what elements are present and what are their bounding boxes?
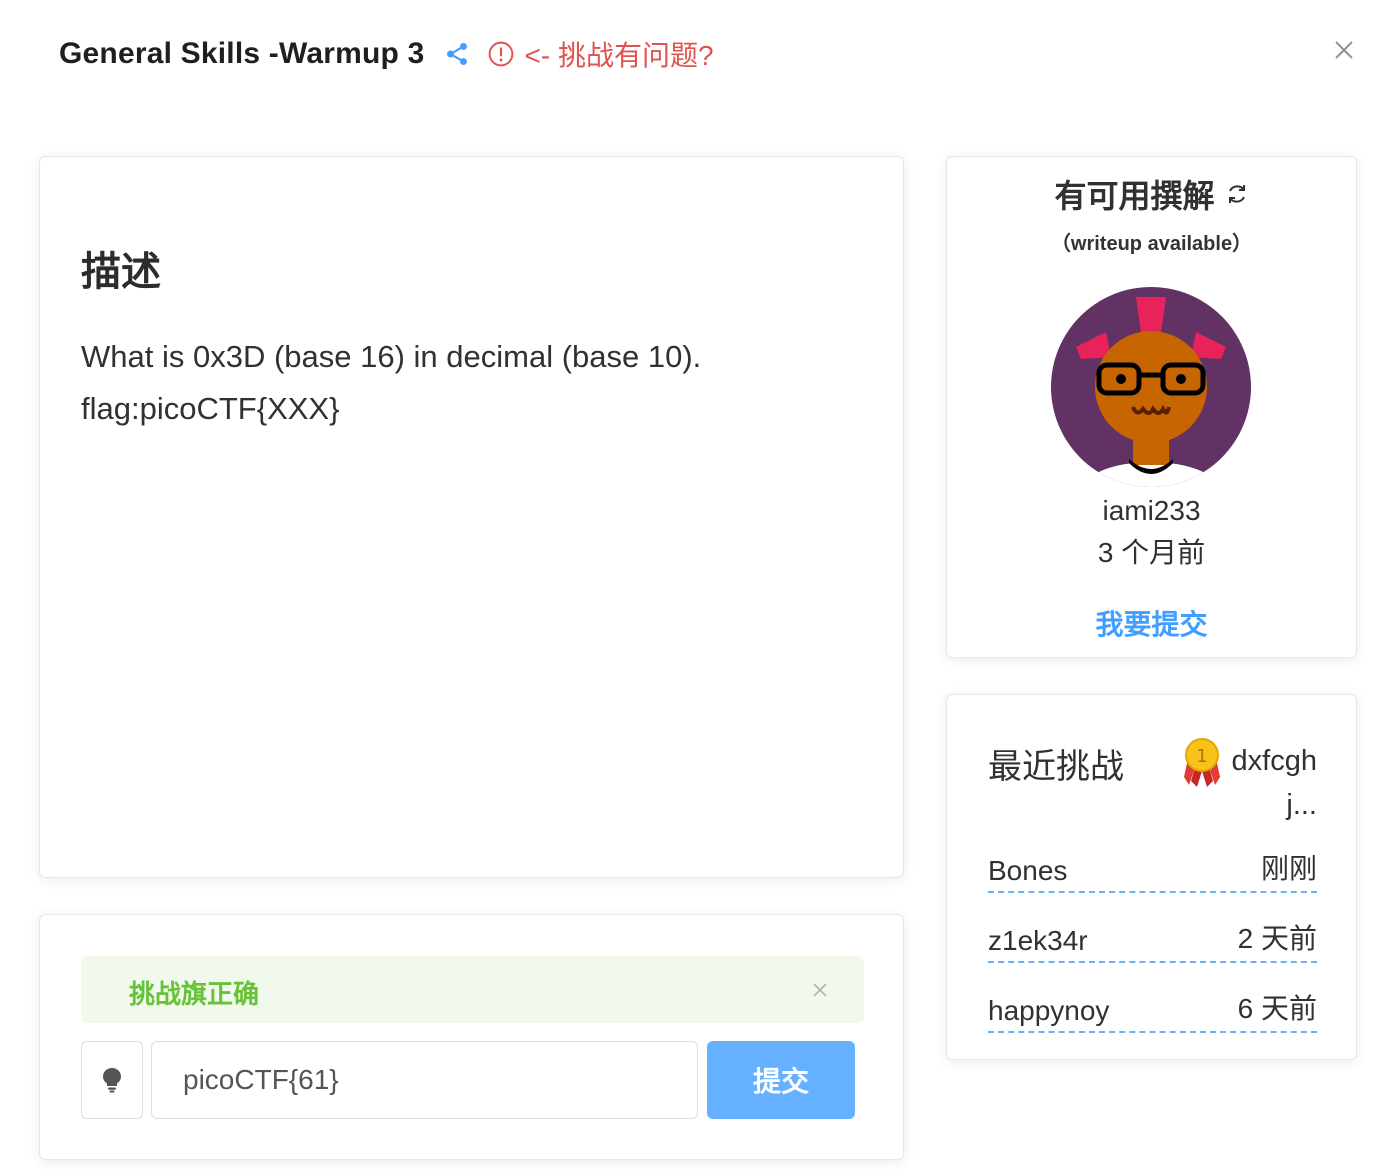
alert-text: 挑战旗正确: [129, 979, 260, 1009]
report-text: <- 挑战有问题?: [524, 40, 714, 71]
recent-row: z1ek34r 2 天前: [988, 923, 1317, 963]
close-icon[interactable]: [1330, 36, 1358, 64]
share-icon[interactable]: [444, 41, 470, 67]
flag-input[interactable]: [151, 1041, 698, 1119]
recent-title: 最近挑战: [988, 748, 1124, 786]
recent-solves-card: 最近挑战 1 dxfcgh j... Bones 刚刚 z1ek34r 2 天前…: [946, 694, 1357, 1060]
writeup-username[interactable]: iami233: [947, 495, 1356, 527]
recent-time: 刚刚: [1260, 853, 1317, 884]
description-text: What is 0x3D (base 16) in decimal (base …: [81, 331, 701, 435]
recent-time: 6 天前: [1237, 993, 1317, 1024]
recent-row: Bones 刚刚: [988, 853, 1317, 893]
gold-medal-icon: 1: [1184, 738, 1220, 787]
report-problem-link[interactable]: <- 挑战有问题?: [488, 34, 714, 74]
writeup-title: 有可用撰解: [1054, 178, 1215, 214]
submit-flag-button[interactable]: 提交: [707, 1041, 855, 1119]
warning-icon: [489, 41, 514, 67]
first-blood-user[interactable]: dxfcgh j...: [1229, 739, 1317, 827]
recent-time: 2 天前: [1237, 923, 1317, 954]
writeup-subtitle: （writeup available）: [1050, 233, 1253, 255]
recent-user[interactable]: z1ek34r: [988, 925, 1088, 957]
description-heading: 描述: [81, 250, 161, 294]
flag-submission-card: 挑战旗正确 提交: [39, 914, 904, 1160]
avatar[interactable]: [1051, 287, 1251, 487]
first-blood-entry: 1 dxfcgh j...: [1179, 738, 1317, 827]
submit-writeup-link[interactable]: 我要提交: [947, 603, 1356, 643]
success-alert: 挑战旗正确: [81, 956, 864, 1023]
svg-text:1: 1: [1196, 746, 1207, 767]
challenge-title: General Skills -Warmup 3: [59, 37, 425, 70]
recent-row: happynoy 6 天前: [988, 993, 1317, 1033]
description-line: What is 0x3D (base 16) in decimal (base …: [81, 339, 702, 374]
recent-user[interactable]: Bones: [988, 855, 1067, 887]
recent-user[interactable]: happynoy: [988, 995, 1109, 1027]
header: General Skills -Warmup 3 <- 挑战有问题?: [59, 30, 714, 78]
writeup-time: 3 个月前: [1097, 537, 1206, 568]
refresh-icon[interactable]: [1225, 182, 1249, 206]
hint-button[interactable]: [81, 1041, 143, 1119]
description-card: 描述 What is 0x3D (base 16) in decimal (ba…: [39, 156, 904, 878]
writeup-card: 有可用撰解 （writeup available） iami233 3 个月前 …: [946, 156, 1357, 658]
lightbulb-icon: [103, 1068, 121, 1093]
alert-close-icon[interactable]: [811, 981, 829, 999]
writeup-title-row: 有可用撰解: [947, 171, 1356, 217]
description-line: flag:picoCTF{XXX}: [81, 391, 340, 426]
